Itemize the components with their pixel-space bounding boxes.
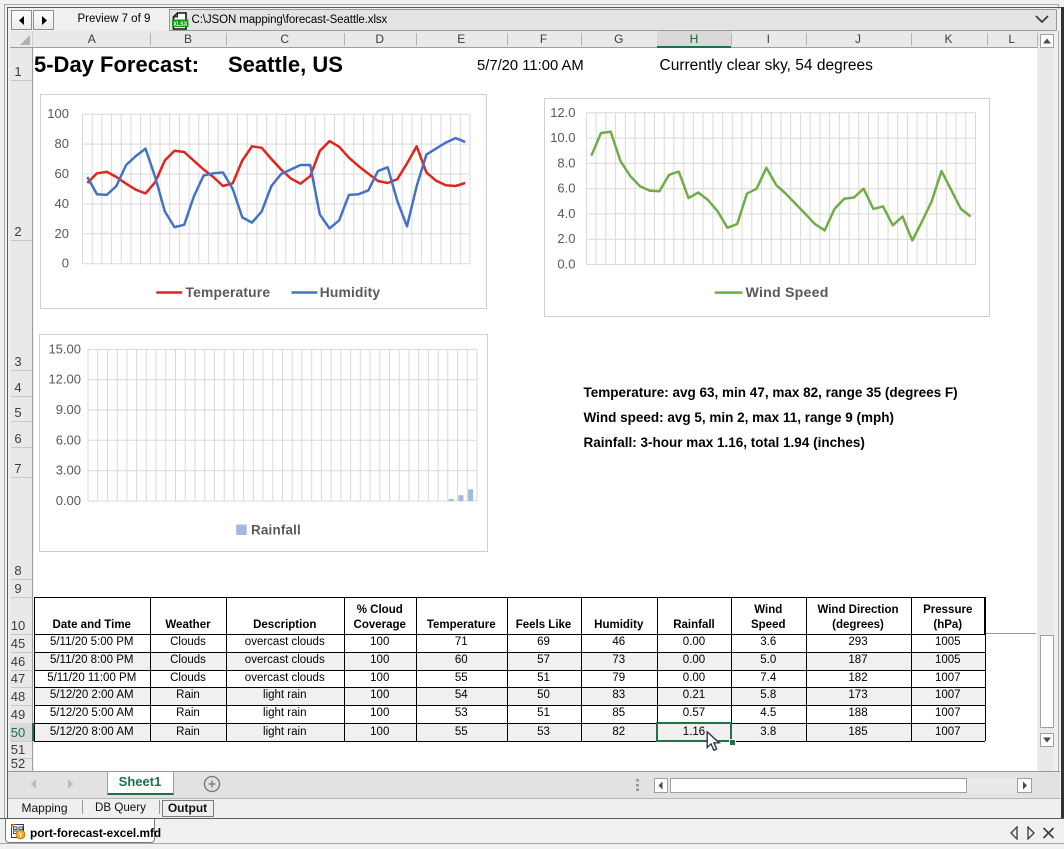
svg-text:0.00: 0.00: [56, 493, 81, 508]
svg-text:6.00: 6.00: [56, 432, 81, 447]
svg-text:Humidity: Humidity: [319, 285, 380, 300]
svg-text:60: 60: [54, 166, 68, 181]
svg-text:Y: Y: [18, 832, 23, 839]
svg-text:4.0: 4.0: [557, 205, 575, 220]
svg-text:20: 20: [54, 225, 68, 240]
svg-text:3.00: 3.00: [56, 463, 81, 478]
svg-text:15.00: 15.00: [48, 341, 81, 356]
svg-text:40: 40: [54, 195, 68, 210]
svg-text:2.0: 2.0: [557, 231, 575, 246]
svg-text:6.0: 6.0: [557, 180, 575, 195]
svg-text:12.00: 12.00: [48, 372, 81, 387]
svg-text:XLSX: XLSX: [173, 21, 188, 28]
svg-text:10.0: 10.0: [550, 130, 575, 145]
svg-text:100: 100: [47, 106, 69, 121]
svg-text:9.00: 9.00: [56, 402, 81, 417]
svg-text:80: 80: [54, 136, 68, 151]
svg-text:12.0: 12.0: [550, 104, 575, 119]
svg-text:Temperature: Temperature: [185, 285, 270, 300]
svg-text:0: 0: [61, 255, 68, 270]
svg-text:Wind Speed: Wind Speed: [745, 285, 828, 301]
svg-text:8.0: 8.0: [557, 155, 575, 170]
svg-text:Rainfall: Rainfall: [251, 523, 301, 538]
svg-text:0.0: 0.0: [557, 256, 575, 271]
